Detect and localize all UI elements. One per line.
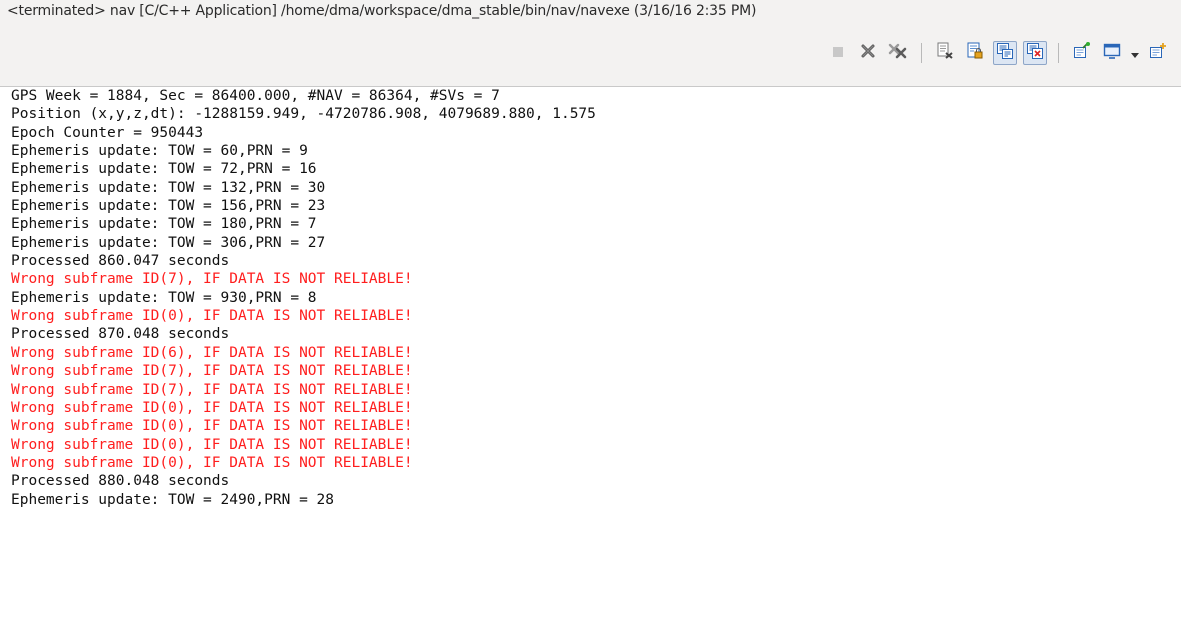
- console-output-line: Ephemeris update: TOW = 306,PRN = 27: [11, 234, 326, 251]
- console-output-line: GPS Week = 1884, Sec = 86400.000, #NAV =…: [11, 88, 500, 104]
- console-output-line: Position (x,y,z,dt): -1288159.949, -4720…: [11, 106, 596, 123]
- console-error-line: Wrong subframe ID(0), IF DATA IS NOT REL…: [11, 436, 413, 453]
- console-error-line: Wrong subframe ID(7), IF DATA IS NOT REL…: [11, 381, 413, 398]
- console-output-line: Ephemeris update: TOW = 156,PRN = 23: [11, 198, 326, 215]
- console-error-line: Wrong subframe ID(0), IF DATA IS NOT REL…: [11, 418, 413, 435]
- console-output-line: Ephemeris update: TOW = 72,PRN = 16: [11, 161, 317, 178]
- scroll-lock-icon: [966, 42, 984, 64]
- console-error-line: Wrong subframe ID(0), IF DATA IS NOT REL…: [11, 399, 413, 416]
- console-error-line: Wrong subframe ID(0), IF DATA IS NOT REL…: [11, 454, 413, 471]
- terminate-button[interactable]: [826, 41, 850, 65]
- remove-launch-icon: [859, 42, 877, 64]
- console-output-line: Ephemeris update: TOW = 180,PRN = 7: [11, 216, 317, 233]
- console-output-line: Ephemeris update: TOW = 60,PRN = 9: [11, 143, 308, 160]
- console-output-line: Ephemeris update: TOW = 2490,PRN = 28: [11, 491, 335, 508]
- console-output-line: Processed 860.047 seconds: [11, 253, 230, 270]
- console-header: <terminated> nav [C/C++ Application] /ho…: [0, 0, 1181, 87]
- show-console-on-stderr-button[interactable]: [1023, 41, 1047, 65]
- display-console-dropdown[interactable]: [1129, 41, 1141, 65]
- console-title: <terminated> nav [C/C++ Application] /ho…: [7, 3, 757, 19]
- console-output-line: Processed 880.048 seconds: [11, 473, 230, 490]
- remove-all-terminated-icon: [888, 42, 908, 64]
- scroll-lock-button[interactable]: [963, 41, 987, 65]
- open-console-button[interactable]: [1146, 41, 1170, 65]
- console-toolbar: [823, 39, 1173, 67]
- display-selected-console-button[interactable]: [1100, 41, 1124, 65]
- remove-launch-button[interactable]: [856, 41, 880, 65]
- remove-all-terminated-button[interactable]: [886, 41, 910, 65]
- console-error-line: Wrong subframe ID(7), IF DATA IS NOT REL…: [11, 363, 413, 380]
- terminate-icon: [831, 44, 845, 63]
- show-console-on-stderr-icon: [1026, 42, 1044, 64]
- pin-console-button[interactable]: [1070, 41, 1094, 65]
- clear-console-icon: [936, 42, 954, 64]
- toolbar-separator: [921, 43, 922, 63]
- console-output-line: Epoch Counter = 950443: [11, 124, 204, 141]
- chevron-down-icon: [1131, 44, 1139, 63]
- clear-console-button[interactable]: [933, 41, 957, 65]
- toolbar-separator: [1058, 43, 1059, 63]
- console-error-line: Wrong subframe ID(7), IF DATA IS NOT REL…: [11, 271, 413, 288]
- console-output-line: Processed 870.048 seconds: [11, 326, 230, 343]
- console-error-line: Wrong subframe ID(6), IF DATA IS NOT REL…: [11, 344, 413, 361]
- open-console-icon: [1149, 42, 1167, 64]
- console-error-line: Wrong subframe ID(0), IF DATA IS NOT REL…: [11, 308, 413, 325]
- console-output-line: Ephemeris update: TOW = 930,PRN = 8: [11, 289, 317, 306]
- console-output-line: Ephemeris update: TOW = 132,PRN = 30: [11, 179, 326, 196]
- show-console-on-stdout-button[interactable]: [993, 41, 1017, 65]
- display-selected-console-icon: [1103, 42, 1121, 64]
- console-output[interactable]: GPS Week = 1884, Sec = 86400.000, #NAV =…: [0, 87, 1181, 641]
- show-console-on-stdout-icon: [996, 42, 1014, 64]
- pin-console-icon: [1073, 42, 1091, 64]
